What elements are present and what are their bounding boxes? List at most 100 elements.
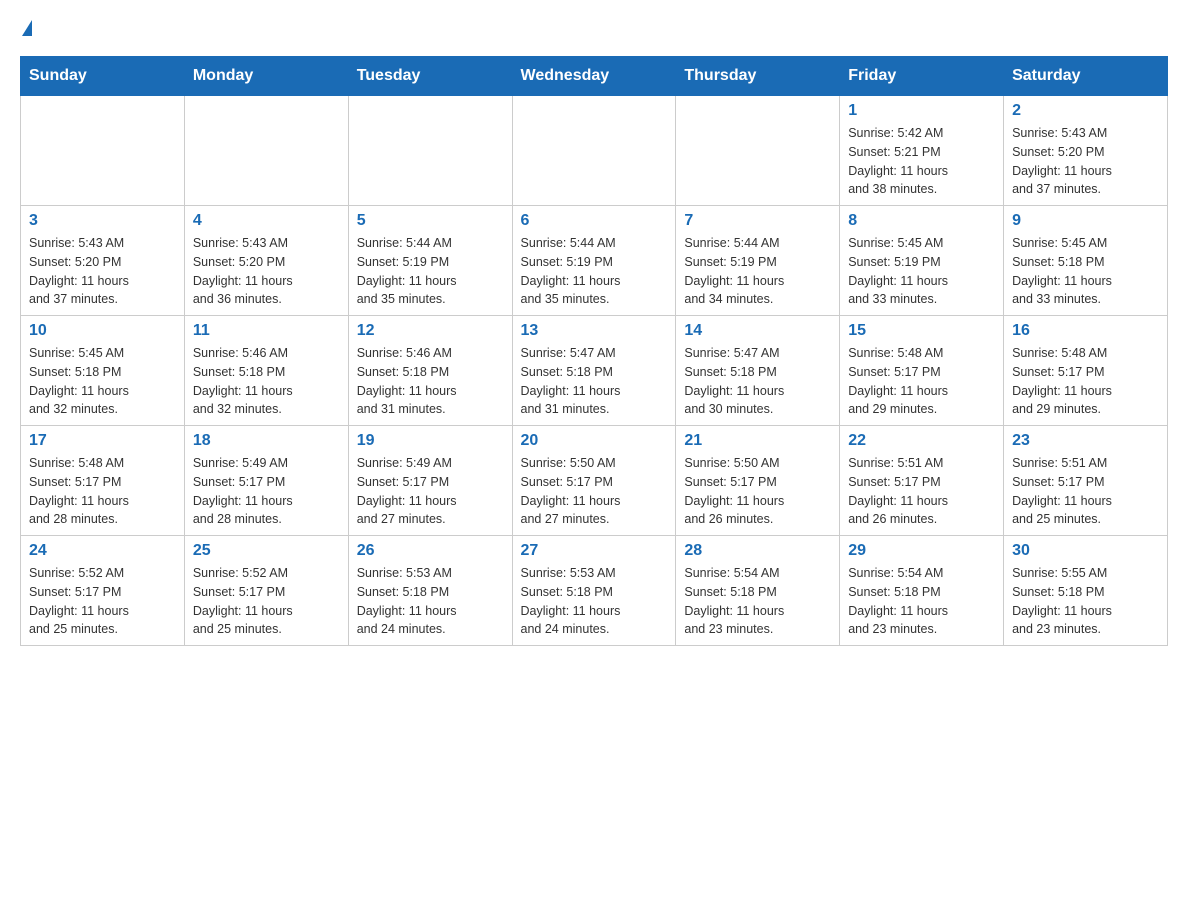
calendar-cell (676, 96, 840, 206)
calendar-cell: 30 Sunrise: 5:55 AM Sunset: 5:18 PM Dayli… (1004, 536, 1168, 646)
day-number: 6 (521, 212, 668, 230)
day-number: 24 (29, 542, 176, 560)
day-number: 8 (848, 212, 995, 230)
day-info: Sunrise: 5:54 AM Sunset: 5:18 PM Dayligh… (848, 564, 995, 639)
day-number: 25 (193, 542, 340, 560)
day-number: 5 (357, 212, 504, 230)
day-info: Sunrise: 5:49 AM Sunset: 5:17 PM Dayligh… (193, 454, 340, 529)
weekday-header-monday: Monday (184, 57, 348, 96)
weekday-header-friday: Friday (840, 57, 1004, 96)
calendar-cell: 2 Sunrise: 5:43 AM Sunset: 5:20 PM Daylig… (1004, 96, 1168, 206)
day-info: Sunrise: 5:44 AM Sunset: 5:19 PM Dayligh… (684, 234, 831, 309)
weekday-header-sunday: Sunday (21, 57, 185, 96)
weekday-header-tuesday: Tuesday (348, 57, 512, 96)
day-info: Sunrise: 5:50 AM Sunset: 5:17 PM Dayligh… (521, 454, 668, 529)
day-number: 19 (357, 432, 504, 450)
day-number: 16 (1012, 322, 1159, 340)
calendar-cell: 19 Sunrise: 5:49 AM Sunset: 5:17 PM Dayli… (348, 426, 512, 536)
logo-triangle-icon (22, 20, 32, 36)
calendar-cell: 20 Sunrise: 5:50 AM Sunset: 5:17 PM Dayli… (512, 426, 676, 536)
calendar-cell: 28 Sunrise: 5:54 AM Sunset: 5:18 PM Dayli… (676, 536, 840, 646)
day-info: Sunrise: 5:50 AM Sunset: 5:17 PM Dayligh… (684, 454, 831, 529)
day-number: 2 (1012, 102, 1159, 120)
weekday-header-row: SundayMondayTuesdayWednesdayThursdayFrid… (21, 57, 1168, 96)
day-number: 18 (193, 432, 340, 450)
day-number: 1 (848, 102, 995, 120)
calendar-cell: 9Sunrise: 5:45 AM Sunset: 5:18 PM Daylig… (1004, 206, 1168, 316)
day-info: Sunrise: 5:43 AM Sunset: 5:20 PM Dayligh… (29, 234, 176, 309)
day-info: Sunrise: 5:48 AM Sunset: 5:17 PM Dayligh… (29, 454, 176, 529)
week-row-2: 3 Sunrise: 5:43 AM Sunset: 5:20 PM Daylig… (21, 206, 1168, 316)
day-info: Sunrise: 5:42 AM Sunset: 5:21 PM Dayligh… (848, 124, 995, 199)
day-info: Sunrise: 5:48 AM Sunset: 5:17 PM Dayligh… (1012, 344, 1159, 419)
day-number: 26 (357, 542, 504, 560)
day-info: Sunrise: 5:52 AM Sunset: 5:17 PM Dayligh… (193, 564, 340, 639)
day-number: 9 (1012, 212, 1159, 230)
calendar-cell: 3 Sunrise: 5:43 AM Sunset: 5:20 PM Daylig… (21, 206, 185, 316)
calendar-cell (348, 96, 512, 206)
calendar-cell: 26 Sunrise: 5:53 AM Sunset: 5:18 PM Dayli… (348, 536, 512, 646)
day-info: Sunrise: 5:53 AM Sunset: 5:18 PM Dayligh… (521, 564, 668, 639)
day-info: Sunrise: 5:51 AM Sunset: 5:17 PM Dayligh… (848, 454, 995, 529)
calendar-cell: 11Sunrise: 5:46 AM Sunset: 5:18 PM Dayli… (184, 316, 348, 426)
day-info: Sunrise: 5:55 AM Sunset: 5:18 PM Dayligh… (1012, 564, 1159, 639)
calendar-cell: 13 Sunrise: 5:47 AM Sunset: 5:18 PM Dayli… (512, 316, 676, 426)
calendar-cell: 29 Sunrise: 5:54 AM Sunset: 5:18 PM Dayli… (840, 536, 1004, 646)
day-number: 28 (684, 542, 831, 560)
calendar-cell: 12 Sunrise: 5:46 AM Sunset: 5:18 PM Dayli… (348, 316, 512, 426)
day-info: Sunrise: 5:48 AM Sunset: 5:17 PM Dayligh… (848, 344, 995, 419)
calendar-cell: 17Sunrise: 5:48 AM Sunset: 5:17 PM Dayli… (21, 426, 185, 536)
day-number: 4 (193, 212, 340, 230)
calendar-cell (512, 96, 676, 206)
week-row-5: 24 Sunrise: 5:52 AM Sunset: 5:17 PM Dayli… (21, 536, 1168, 646)
day-number: 12 (357, 322, 504, 340)
logo (20, 20, 40, 36)
day-info: Sunrise: 5:46 AM Sunset: 5:18 PM Dayligh… (357, 344, 504, 419)
calendar-cell (21, 96, 185, 206)
calendar-cell: 18 Sunrise: 5:49 AM Sunset: 5:17 PM Dayli… (184, 426, 348, 536)
calendar-cell: 21 Sunrise: 5:50 AM Sunset: 5:17 PM Dayli… (676, 426, 840, 536)
calendar-table: SundayMondayTuesdayWednesdayThursdayFrid… (20, 56, 1168, 646)
calendar-cell: 22Sunrise: 5:51 AM Sunset: 5:17 PM Dayli… (840, 426, 1004, 536)
calendar-cell: 15 Sunrise: 5:48 AM Sunset: 5:17 PM Dayli… (840, 316, 1004, 426)
calendar-cell: 6Sunrise: 5:44 AM Sunset: 5:19 PM Daylig… (512, 206, 676, 316)
calendar-cell: 7 Sunrise: 5:44 AM Sunset: 5:19 PM Daylig… (676, 206, 840, 316)
day-info: Sunrise: 5:47 AM Sunset: 5:18 PM Dayligh… (521, 344, 668, 419)
week-row-3: 10 Sunrise: 5:45 AM Sunset: 5:18 PM Dayli… (21, 316, 1168, 426)
day-info: Sunrise: 5:43 AM Sunset: 5:20 PM Dayligh… (1012, 124, 1159, 199)
calendar-cell: 5 Sunrise: 5:44 AM Sunset: 5:19 PM Daylig… (348, 206, 512, 316)
day-number: 3 (29, 212, 176, 230)
day-info: Sunrise: 5:49 AM Sunset: 5:17 PM Dayligh… (357, 454, 504, 529)
weekday-header-wednesday: Wednesday (512, 57, 676, 96)
weekday-header-thursday: Thursday (676, 57, 840, 96)
calendar-cell: 4 Sunrise: 5:43 AM Sunset: 5:20 PM Daylig… (184, 206, 348, 316)
week-row-1: 1 Sunrise: 5:42 AM Sunset: 5:21 PM Daylig… (21, 96, 1168, 206)
calendar-cell: 10 Sunrise: 5:45 AM Sunset: 5:18 PM Dayli… (21, 316, 185, 426)
calendar-cell: 25 Sunrise: 5:52 AM Sunset: 5:17 PM Dayli… (184, 536, 348, 646)
day-number: 14 (684, 322, 831, 340)
day-info: Sunrise: 5:44 AM Sunset: 5:19 PM Dayligh… (357, 234, 504, 309)
page-header (20, 20, 1168, 36)
calendar-cell: 23Sunrise: 5:51 AM Sunset: 5:17 PM Dayli… (1004, 426, 1168, 536)
day-number: 27 (521, 542, 668, 560)
day-info: Sunrise: 5:54 AM Sunset: 5:18 PM Dayligh… (684, 564, 831, 639)
day-number: 10 (29, 322, 176, 340)
day-info: Sunrise: 5:52 AM Sunset: 5:17 PM Dayligh… (29, 564, 176, 639)
calendar-cell (184, 96, 348, 206)
day-info: Sunrise: 5:53 AM Sunset: 5:18 PM Dayligh… (357, 564, 504, 639)
day-number: 13 (521, 322, 668, 340)
weekday-header-saturday: Saturday (1004, 57, 1168, 96)
calendar-cell: 14Sunrise: 5:47 AM Sunset: 5:18 PM Dayli… (676, 316, 840, 426)
day-number: 20 (521, 432, 668, 450)
day-number: 15 (848, 322, 995, 340)
calendar-cell: 24 Sunrise: 5:52 AM Sunset: 5:17 PM Dayli… (21, 536, 185, 646)
calendar-cell: 27 Sunrise: 5:53 AM Sunset: 5:18 PM Dayli… (512, 536, 676, 646)
day-info: Sunrise: 5:43 AM Sunset: 5:20 PM Dayligh… (193, 234, 340, 309)
day-number: 30 (1012, 542, 1159, 560)
day-number: 29 (848, 542, 995, 560)
week-row-4: 17Sunrise: 5:48 AM Sunset: 5:17 PM Dayli… (21, 426, 1168, 536)
day-info: Sunrise: 5:51 AM Sunset: 5:17 PM Dayligh… (1012, 454, 1159, 529)
day-number: 21 (684, 432, 831, 450)
day-number: 7 (684, 212, 831, 230)
day-info: Sunrise: 5:45 AM Sunset: 5:18 PM Dayligh… (29, 344, 176, 419)
